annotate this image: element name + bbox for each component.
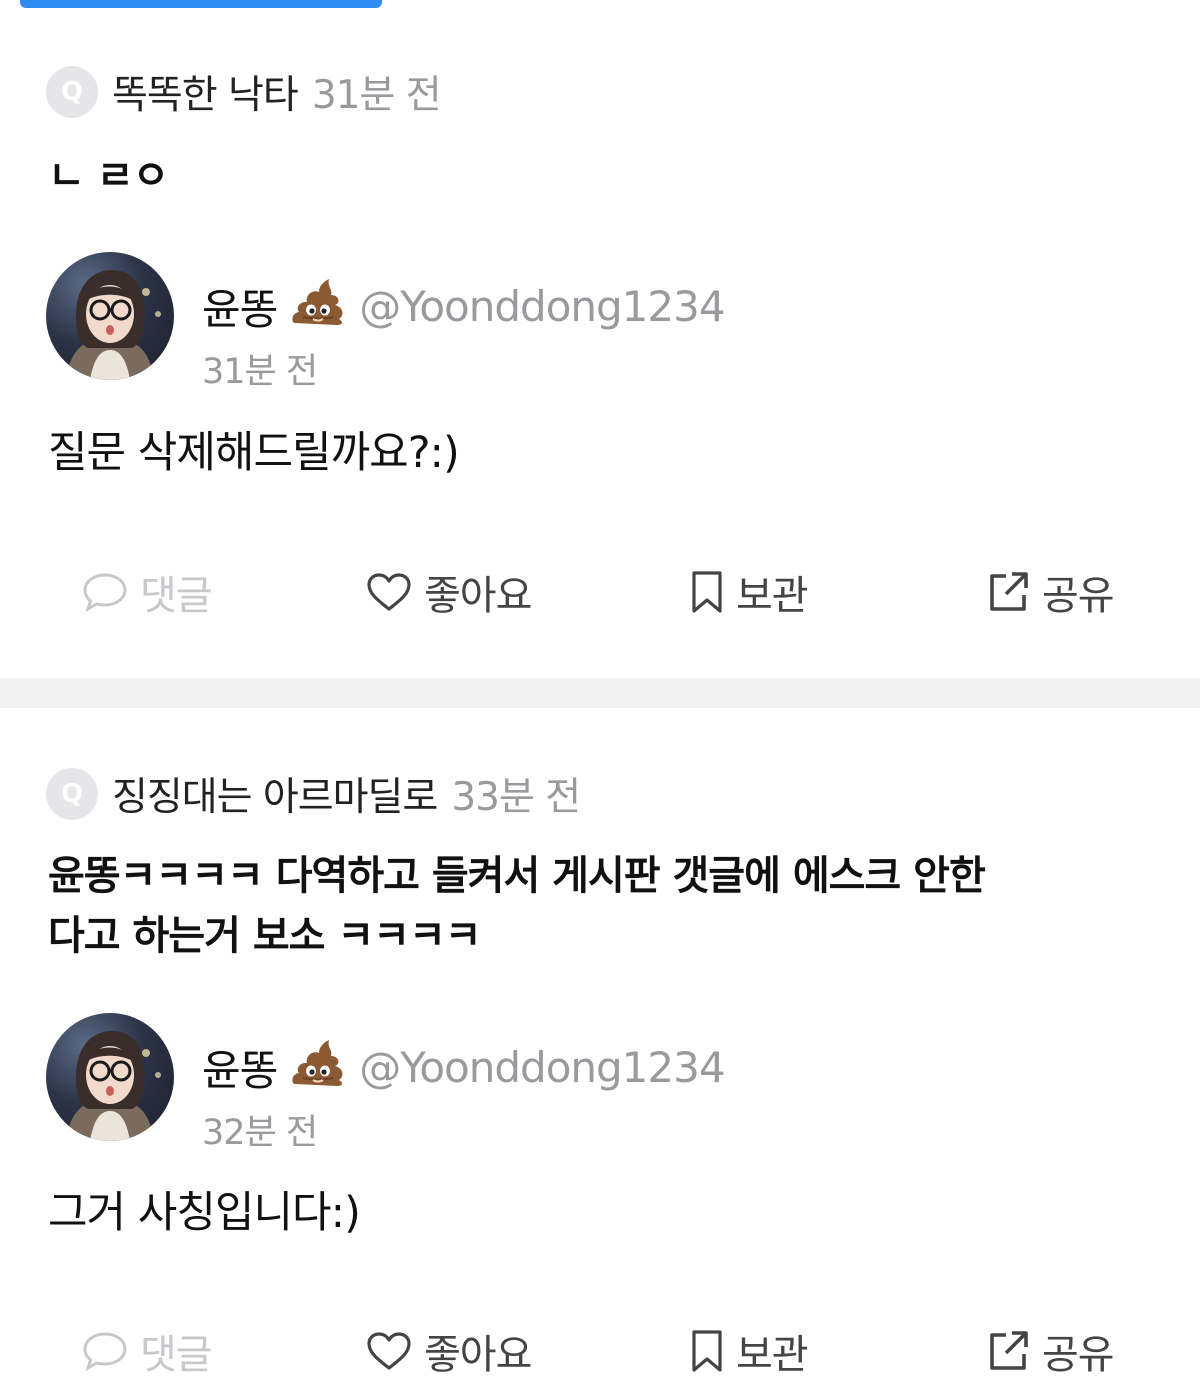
question-text-line1: 윤똥ㅋㅋㅋㅋ 다역하고 들켜서 게시판 갯글에 에스크 안한 — [48, 853, 986, 899]
bookmark-icon — [692, 1330, 722, 1372]
share-label: 공유 — [1042, 1332, 1115, 1378]
like-label: 좋아요 — [424, 1332, 532, 1378]
avatar-portrait-icon — [66, 1031, 161, 1141]
action-bar: 댓글 좋아요 보관 공유 — [0, 1322, 1200, 1382]
save-button[interactable]: 보관 — [690, 1322, 809, 1380]
share-icon — [990, 1331, 1028, 1370]
asker-name[interactable]: 징징대는 아르마딜로 — [112, 766, 438, 822]
answer-text: 그거 사칭입니다:) — [48, 1188, 361, 1238]
answerer-name[interactable]: 윤똥 — [202, 1037, 278, 1098]
avatar[interactable] — [46, 1013, 174, 1141]
question-header: Q 징징대는 아르마딜로 33분 전 — [46, 766, 581, 822]
comment-label: 댓글 — [140, 1332, 213, 1378]
question-text-line2: 다고 하는거 보소 ㅋㅋㅋㅋ — [48, 913, 482, 959]
comment-button[interactable]: 댓글 — [82, 1322, 213, 1380]
answerer-header: 윤똥 @Yoonddong1234 32분 전 — [46, 1013, 726, 1155]
like-button[interactable]: 좋아요 — [366, 1322, 532, 1380]
share-button[interactable]: 공유 — [986, 1322, 1115, 1380]
save-label: 보관 — [736, 1332, 809, 1378]
answerer-handle[interactable]: @Yoonddong1234 — [359, 1043, 725, 1092]
question-badge-icon: Q — [46, 768, 98, 820]
question-time: 33분 전 — [451, 775, 581, 820]
answer-time: 32분 전 — [202, 1113, 318, 1153]
post-card: Q 징징대는 아르마딜로 33분 전 윤똥ㅋㅋㅋㅋ 다역하고 들켜서 게시판 갯… — [0, 0, 1200, 1379]
heart-icon — [367, 1332, 411, 1370]
comment-icon — [83, 1332, 127, 1371]
poop-emoji-icon — [291, 1039, 345, 1096]
